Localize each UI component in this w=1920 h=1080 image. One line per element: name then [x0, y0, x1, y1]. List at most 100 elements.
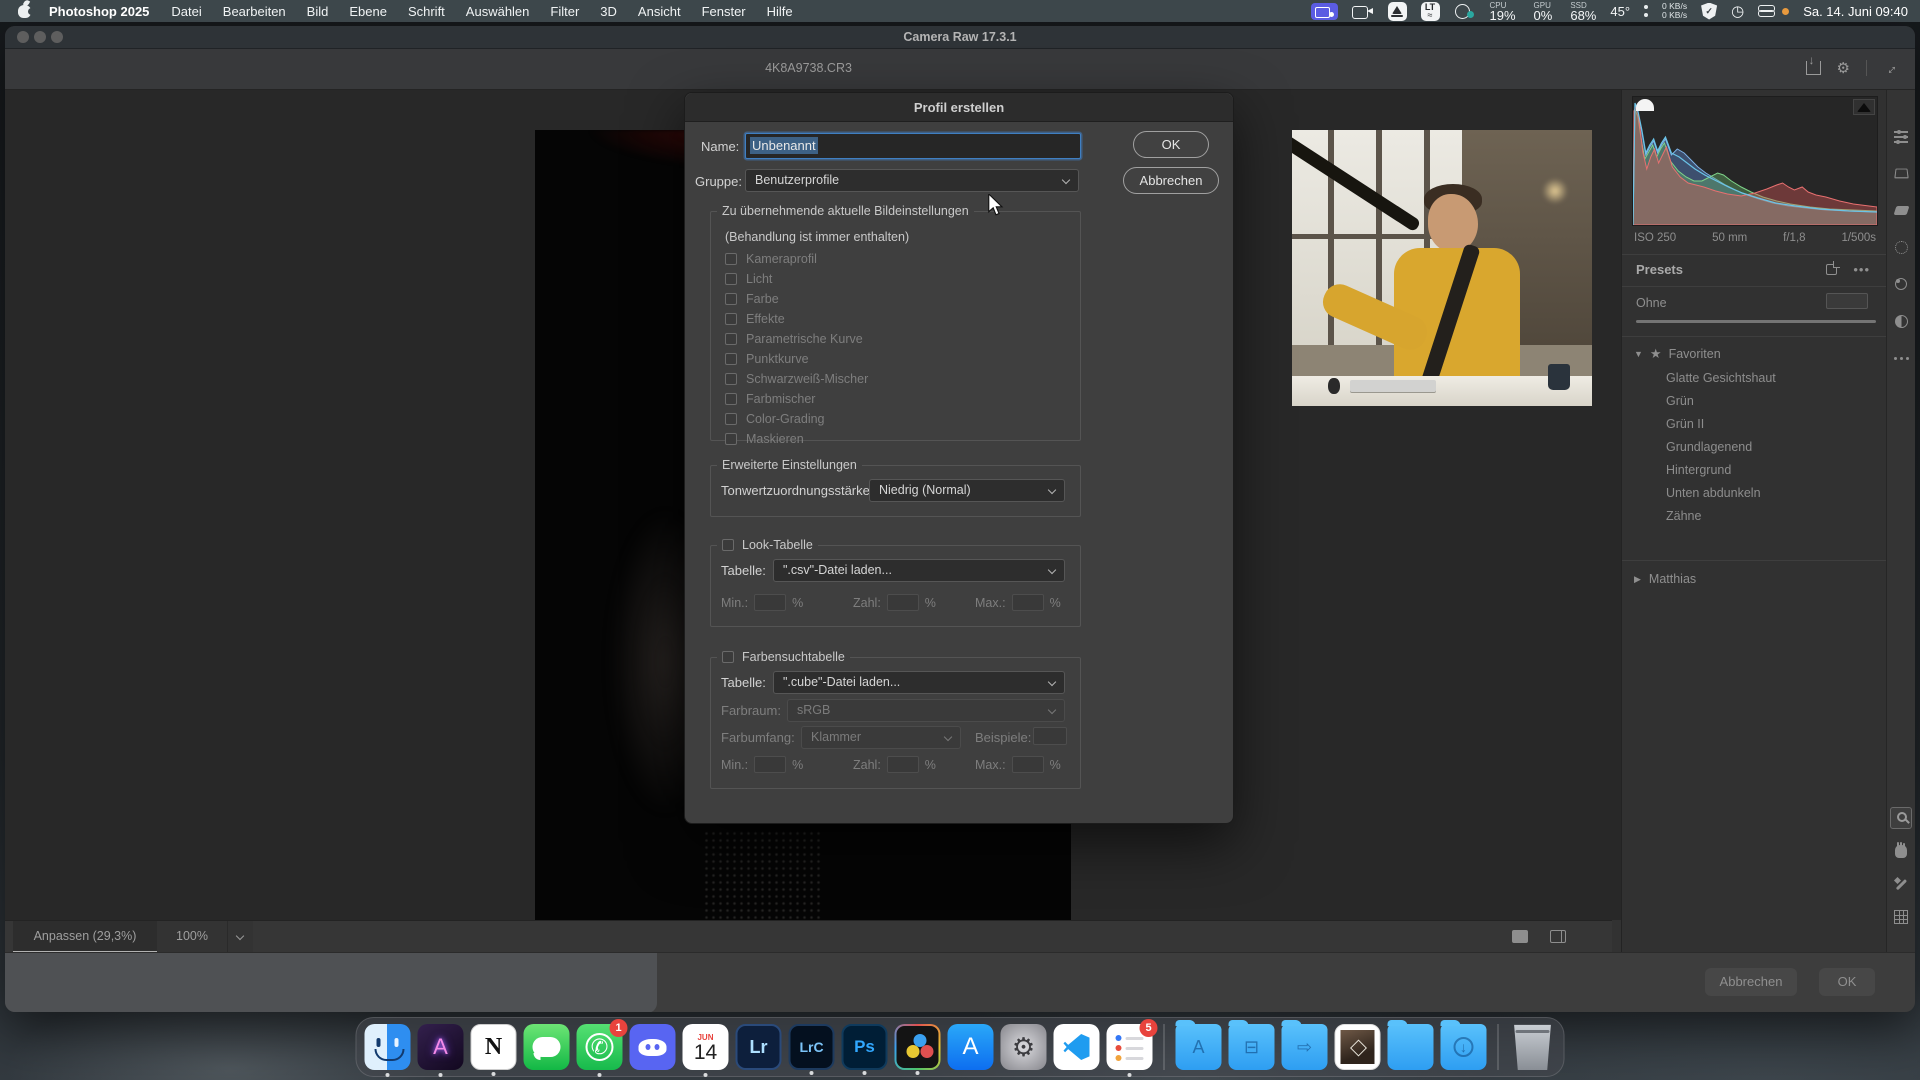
dock-lightroom[interactable]: Lr: [736, 1024, 782, 1070]
more-tools-icon[interactable]: [1891, 348, 1911, 368]
include-option[interactable]: Kameraprofil: [725, 252, 868, 266]
checkbox-icon[interactable]: [725, 273, 737, 285]
checkbox-icon[interactable]: [725, 413, 737, 425]
menu-item[interactable]: Auswählen: [466, 4, 530, 19]
include-option[interactable]: Farbe: [725, 292, 868, 306]
checkbox-icon[interactable]: [725, 373, 737, 385]
include-option[interactable]: Parametrische Kurve: [725, 332, 868, 346]
crop-icon[interactable]: [1891, 163, 1911, 183]
dock-notion[interactable]: N: [471, 1024, 517, 1070]
camera-icon[interactable]: [1352, 4, 1374, 19]
zoom-dropdown[interactable]: [227, 921, 253, 953]
cube-count-field[interactable]: Zahl:%: [853, 756, 936, 773]
preset-item[interactable]: Grün II: [1666, 418, 1776, 431]
include-option[interactable]: Farbmischer: [725, 392, 868, 406]
grid-overlay-icon[interactable]: [1891, 907, 1911, 927]
app-menu[interactable]: Photoshop 2025: [49, 4, 149, 19]
include-option[interactable]: Licht: [725, 272, 868, 286]
menu-item[interactable]: Ebene: [349, 4, 387, 19]
dock-separator[interactable]: [1498, 1024, 1499, 1070]
checkbox-icon[interactable]: [725, 253, 737, 265]
min-input[interactable]: [754, 594, 786, 611]
cube-table-select[interactable]: ".cube"-Datei laden...: [773, 671, 1065, 694]
menu-clock[interactable]: Sa. 14. Juni 09:40: [1803, 4, 1908, 19]
look-min-field[interactable]: Min.:%: [721, 594, 803, 611]
creative-cloud-icon[interactable]: [1454, 3, 1476, 19]
edit-sliders-icon[interactable]: [1891, 126, 1911, 146]
max-input[interactable]: [1012, 756, 1044, 773]
checkbox-icon[interactable]: [725, 333, 737, 345]
preset-item[interactable]: Grün: [1666, 395, 1776, 408]
temperature[interactable]: 45°: [1610, 4, 1630, 19]
look-table-checkbox[interactable]: [722, 539, 734, 551]
shield-icon[interactable]: ✓: [1701, 3, 1717, 20]
export-icon[interactable]: [1806, 61, 1821, 75]
look-count-field[interactable]: Zahl:%: [853, 594, 936, 611]
include-option[interactable]: Color-Grading: [725, 412, 868, 426]
healing-icon[interactable]: [1891, 200, 1911, 220]
istat-dots-icon[interactable]: [1644, 5, 1648, 17]
include-option[interactable]: Maskieren: [725, 432, 868, 446]
dock-whatsapp[interactable]: ✆ 1: [577, 1024, 623, 1070]
dock-folder-desktop[interactable]: ⊟: [1229, 1024, 1275, 1070]
checkbox-icon[interactable]: [725, 393, 737, 405]
preset-amount-input[interactable]: [1826, 293, 1868, 309]
cancel-button[interactable]: Abbrechen: [1705, 968, 1797, 996]
bw-presets-icon[interactable]: [1891, 311, 1911, 331]
preset-item[interactable]: Grundlagenend: [1666, 441, 1776, 454]
menu-item[interactable]: Fenster: [702, 4, 746, 19]
filmstrip-view-icon[interactable]: [1550, 930, 1566, 943]
hand-tool-icon[interactable]: [1891, 841, 1911, 861]
dock-folder-shared[interactable]: ⇨: [1282, 1024, 1328, 1070]
ok-button[interactable]: OK: [1819, 968, 1875, 996]
menu-item[interactable]: Bild: [307, 4, 329, 19]
fit-zoom-tab[interactable]: Anpassen (29,3%): [13, 921, 157, 953]
dock-system-settings[interactable]: ⚙: [1001, 1024, 1047, 1070]
menu-item[interactable]: Schrift: [408, 4, 445, 19]
dock-folder-applications[interactable]: A: [1176, 1024, 1222, 1070]
min-input[interactable]: [754, 756, 786, 773]
alfred-icon[interactable]: [1388, 2, 1407, 21]
masking-icon[interactable]: [1891, 237, 1911, 257]
menu-item[interactable]: Ansicht: [638, 4, 681, 19]
dock-folder-downloads[interactable]: ↓: [1441, 1024, 1487, 1070]
examples-input[interactable]: [1033, 727, 1067, 745]
settings-gear-icon[interactable]: ⚙: [1837, 59, 1850, 77]
dock-photoshop[interactable]: Ps: [842, 1024, 888, 1070]
csv-table-select[interactable]: ".csv"-Datei laden...: [773, 559, 1065, 582]
look-max-field[interactable]: Max.:%: [975, 594, 1061, 611]
menu-item[interactable]: Filter: [550, 4, 579, 19]
name-input[interactable]: Unbenannt: [745, 133, 1081, 159]
tone-select[interactable]: Niedrig (Normal): [869, 479, 1065, 502]
max-input[interactable]: [1012, 594, 1044, 611]
menu-item[interactable]: 3D: [600, 4, 617, 19]
zoom-level[interactable]: 100%: [157, 921, 227, 953]
dock-folder-documents[interactable]: [1388, 1024, 1434, 1070]
dock-lightroom-classic[interactable]: LrC: [789, 1024, 835, 1070]
dock-separator[interactable]: [1164, 1024, 1165, 1070]
network-speed[interactable]: 0 KB/s 0 KB/s: [1662, 2, 1687, 20]
preset-item[interactable]: Hintergrund: [1666, 464, 1776, 477]
count-input[interactable]: [887, 756, 919, 773]
dock-finder[interactable]: [365, 1024, 411, 1070]
lt-app-icon[interactable]: LT≈: [1421, 2, 1440, 21]
color-sampler-icon[interactable]: [1891, 874, 1911, 894]
cube-max-field[interactable]: Max.:%: [975, 756, 1061, 773]
dock-photos-stack[interactable]: [1335, 1024, 1381, 1070]
preset-item[interactable]: Unten abdunkeln: [1666, 487, 1776, 500]
stat[interactable]: CPU 19%: [1490, 1, 1516, 21]
time-machine-icon[interactable]: ◷: [1731, 2, 1744, 20]
preset-item[interactable]: Zähne: [1666, 510, 1776, 523]
dock-app-store[interactable]: A: [948, 1024, 994, 1070]
single-view-icon[interactable]: [1512, 930, 1528, 943]
menu-item[interactable]: Bearbeiten: [223, 4, 286, 19]
menu-item[interactable]: Datei: [171, 4, 201, 19]
group-select[interactable]: Benutzerprofile: [745, 169, 1079, 192]
gamut-select[interactable]: Klammer: [801, 726, 961, 749]
matthias-group-header[interactable]: ▶ Matthias: [1634, 572, 1696, 586]
dock-calendar[interactable]: JUN 14: [683, 1024, 729, 1070]
checkbox-icon[interactable]: [725, 353, 737, 365]
checkbox-icon[interactable]: [725, 313, 737, 325]
dock-reminders[interactable]: 5: [1107, 1024, 1153, 1070]
favorites-group-header[interactable]: ▼ ★ Favoriten: [1634, 346, 1721, 362]
